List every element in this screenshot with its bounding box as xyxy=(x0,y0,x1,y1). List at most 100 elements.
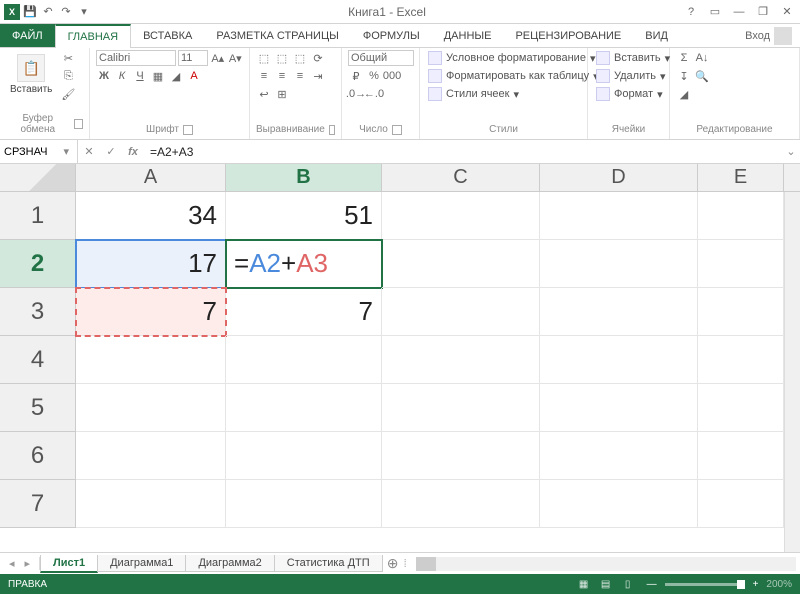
fill-color-icon[interactable]: ◢ xyxy=(168,68,184,84)
cell-e7[interactable] xyxy=(698,480,784,528)
add-sheet-button[interactable]: ⊕ xyxy=(382,555,404,572)
col-header-d[interactable]: D xyxy=(540,164,698,191)
cell-c2[interactable] xyxy=(382,240,540,288)
sheet-tab-1[interactable]: Диаграмма1 xyxy=(97,555,186,572)
sheet-tab-0[interactable]: Лист1 xyxy=(40,555,98,573)
cell-c3[interactable] xyxy=(382,288,540,336)
tab-review[interactable]: РЕЦЕНЗИРОВАНИЕ xyxy=(503,24,633,47)
col-header-c[interactable]: C xyxy=(382,164,540,191)
cell-e2[interactable] xyxy=(698,240,784,288)
col-header-a[interactable]: A xyxy=(76,164,226,191)
number-format-select[interactable] xyxy=(348,50,414,66)
col-header-b[interactable]: B xyxy=(226,164,382,191)
align-middle-icon[interactable]: ⬚ xyxy=(274,50,290,66)
col-header-e[interactable]: E xyxy=(698,164,784,191)
delete-cells-button[interactable]: Удалить▾ xyxy=(594,68,672,84)
copy-icon[interactable]: ⎘ xyxy=(60,68,76,84)
tab-formulas[interactable]: ФОРМУЛЫ xyxy=(351,24,432,47)
sheet-nav-arrows[interactable]: ◂▸ xyxy=(0,557,40,570)
merge-icon[interactable]: ⊞ xyxy=(274,86,290,102)
tab-file[interactable]: ФАЙЛ xyxy=(0,24,55,47)
sheet-tab-2[interactable]: Диаграмма2 xyxy=(185,555,274,572)
sort-filter-icon[interactable]: A↓ xyxy=(694,50,710,66)
align-center-icon[interactable]: ≡ xyxy=(274,68,290,84)
save-icon[interactable]: 💾 xyxy=(22,4,38,20)
hscroll-thumb[interactable] xyxy=(416,557,436,571)
redo-icon[interactable]: ↷ xyxy=(58,4,74,20)
font-dialog-launcher[interactable] xyxy=(183,125,193,135)
cell-e3[interactable] xyxy=(698,288,784,336)
cell-b1[interactable]: 51 xyxy=(226,192,382,240)
tab-page-layout[interactable]: РАЗМЕТКА СТРАНИЦЫ xyxy=(204,24,350,47)
undo-icon[interactable]: ↶ xyxy=(40,4,56,20)
italic-button[interactable]: К xyxy=(114,68,130,84)
name-box[interactable]: ▾ xyxy=(0,140,78,163)
cell-c5[interactable] xyxy=(382,384,540,432)
row-header-1[interactable]: 1 xyxy=(0,192,76,240)
percent-icon[interactable]: % xyxy=(366,68,382,84)
zoom-thumb[interactable] xyxy=(737,580,745,589)
minimize-button[interactable]: — xyxy=(730,3,748,21)
insert-cells-button[interactable]: Вставить▾ xyxy=(594,50,672,66)
name-box-input[interactable] xyxy=(4,146,59,158)
cell-d6[interactable] xyxy=(540,432,698,480)
cell-b3[interactable]: 7 xyxy=(226,288,382,336)
align-right-icon[interactable]: ≡ xyxy=(292,68,308,84)
font-size-select[interactable] xyxy=(178,50,208,66)
row-header-2[interactable]: 2 xyxy=(0,240,76,288)
cell-e5[interactable] xyxy=(698,384,784,432)
number-dialog-launcher[interactable] xyxy=(392,125,402,135)
zoom-in-button[interactable]: + xyxy=(753,579,759,590)
formula-input[interactable]: =A2+A3 xyxy=(144,145,782,159)
cell-b7[interactable] xyxy=(226,480,382,528)
account-login[interactable]: Вход xyxy=(737,24,800,47)
zoom-level[interactable]: 200% xyxy=(766,579,792,590)
cell-a5[interactable] xyxy=(76,384,226,432)
format-painter-icon[interactable]: 🖌 xyxy=(60,86,76,102)
grow-font-icon[interactable]: A▴ xyxy=(210,50,226,66)
cancel-formula-icon[interactable]: ✕ xyxy=(78,140,100,163)
view-page-layout-icon[interactable]: ▤ xyxy=(596,577,616,591)
cell-a3[interactable]: 7 xyxy=(76,288,226,336)
close-button[interactable]: ✕ xyxy=(778,3,796,21)
zoom-out-button[interactable]: — xyxy=(647,579,657,590)
zoom-slider[interactable] xyxy=(665,583,745,586)
cell-c1[interactable] xyxy=(382,192,540,240)
increase-decimal-icon[interactable]: .0→ xyxy=(348,86,364,102)
cell-a6[interactable] xyxy=(76,432,226,480)
cell-e1[interactable] xyxy=(698,192,784,240)
tab-insert[interactable]: ВСТАВКА xyxy=(131,24,204,47)
cell-b6[interactable] xyxy=(226,432,382,480)
restore-button[interactable]: ❐ xyxy=(754,3,772,21)
tab-view[interactable]: ВИД xyxy=(633,24,680,47)
underline-button[interactable]: Ч xyxy=(132,68,148,84)
cell-d5[interactable] xyxy=(540,384,698,432)
ribbon-options-icon[interactable]: ▭ xyxy=(706,3,724,21)
qat-customize-icon[interactable]: ▾ xyxy=(76,4,92,20)
wrap-text-icon[interactable]: ↩ xyxy=(256,86,272,102)
insert-function-icon[interactable]: fx xyxy=(122,140,144,163)
tab-home[interactable]: ГЛАВНАЯ xyxy=(55,24,131,48)
tab-data[interactable]: ДАННЫЕ xyxy=(432,24,504,47)
orientation-icon[interactable]: ⟳ xyxy=(310,50,326,66)
comma-icon[interactable]: 000 xyxy=(384,68,400,84)
format-as-table-button[interactable]: Форматировать как таблицу▾ xyxy=(426,68,601,84)
cell-d4[interactable] xyxy=(540,336,698,384)
row-header-3[interactable]: 3 xyxy=(0,288,76,336)
decrease-decimal-icon[interactable]: ←.0 xyxy=(366,86,382,102)
align-left-icon[interactable]: ≡ xyxy=(256,68,272,84)
indent-icon[interactable]: ⇥ xyxy=(310,68,326,84)
cell-a4[interactable] xyxy=(76,336,226,384)
format-cells-button[interactable]: Формат▾ xyxy=(594,86,672,102)
find-select-icon[interactable]: 🔍 xyxy=(694,68,710,84)
view-normal-icon[interactable]: ▦ xyxy=(574,577,594,591)
conditional-formatting-button[interactable]: Условное форматирование▾ xyxy=(426,50,601,66)
font-family-select[interactable] xyxy=(96,50,176,66)
alignment-dialog-launcher[interactable] xyxy=(329,125,335,135)
cell-a1[interactable]: 34 xyxy=(76,192,226,240)
align-top-icon[interactable]: ⬚ xyxy=(256,50,272,66)
help-icon[interactable]: ? xyxy=(682,3,700,21)
view-page-break-icon[interactable]: ▯ xyxy=(618,577,638,591)
borders-icon[interactable]: ▦ xyxy=(150,68,166,84)
cell-d2[interactable] xyxy=(540,240,698,288)
